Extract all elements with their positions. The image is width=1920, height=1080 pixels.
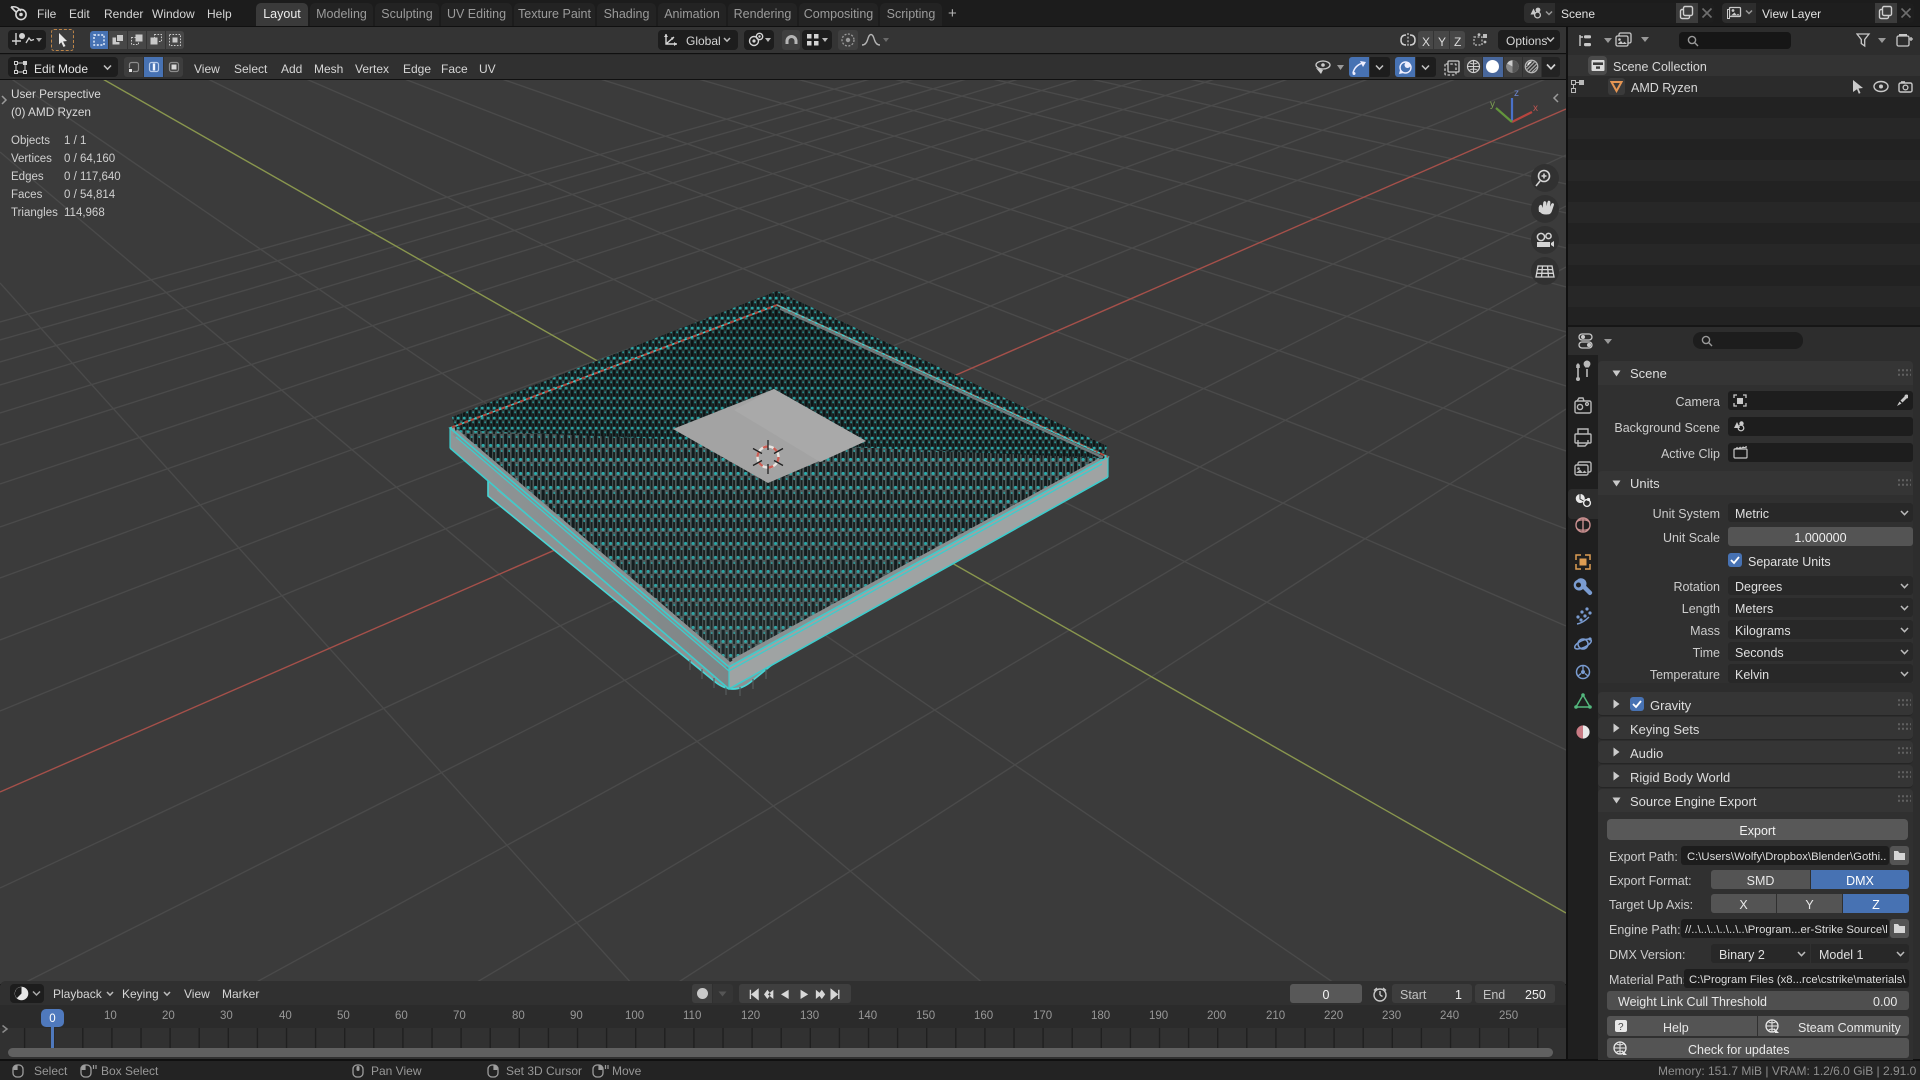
svg-text:?: ? xyxy=(1618,1022,1624,1033)
svg-text:y: y xyxy=(1490,99,1495,110)
svg-text:x: x xyxy=(1533,103,1538,114)
svg-text:z: z xyxy=(1514,88,1519,99)
